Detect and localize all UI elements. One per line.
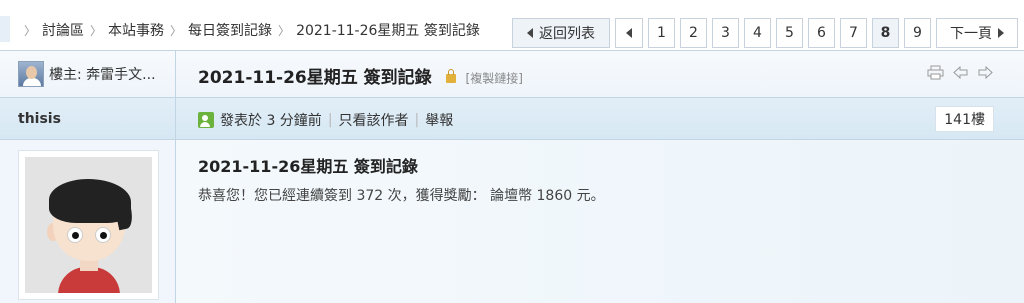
back-to-list-button[interactable]: 返回列表: [512, 18, 610, 48]
thread-title-text: 2021-11-26星期五 簽到記錄: [198, 68, 432, 88]
copy-link[interactable]: [複製鏈接]: [466, 72, 523, 86]
breadcrumb-separator-icon: 〉: [278, 23, 291, 38]
prev-page-button[interactable]: [615, 18, 643, 48]
page-3-button[interactable]: 3: [712, 18, 739, 48]
breadcrumb-current-thread: 2021-11-26星期五 簽到記錄: [296, 23, 480, 39]
next-page-button[interactable]: 下一頁: [936, 18, 1018, 48]
post-info-bar: thisis 發表於 3 分鐘前 | 只看該作者 | 舉報 141樓: [0, 98, 1024, 140]
avatar-image: [25, 157, 152, 293]
op-label[interactable]: 樓主: 奔雷手文...: [49, 64, 156, 84]
floor-number[interactable]: 141樓: [935, 106, 994, 132]
page-4-button[interactable]: 4: [744, 18, 771, 48]
thread-tools: [927, 65, 994, 80]
topbar: 〉 討論區 〉 本站事務 〉 每日簽到記錄 〉 2021-11-26星期五 簽到…: [0, 0, 1024, 50]
breadcrumb: 〉 討論區 〉 本站事務 〉 每日簽到記錄 〉 2021-11-26星期五 簽到…: [0, 16, 480, 42]
breadcrumb-separator-icon: 〉: [24, 23, 37, 38]
page-7-button[interactable]: 7: [840, 18, 867, 48]
only-author-link[interactable]: 只看該作者: [339, 110, 409, 130]
op-avatar[interactable]: [18, 61, 44, 87]
post-author[interactable]: thisis: [0, 98, 176, 139]
next-page-label: 下一頁: [950, 26, 992, 42]
breadcrumb-daily-checkin[interactable]: 每日簽到記錄: [188, 20, 272, 40]
post-body: 恭喜您！您已經連續簽到 372 次，獲得獎勵： 論壇幣 1860 元。: [198, 188, 605, 204]
print-icon[interactable]: [927, 65, 944, 80]
page-5-button[interactable]: 5: [776, 18, 803, 48]
home-icon[interactable]: [0, 16, 10, 42]
next-arrow-icon: [998, 28, 1004, 38]
thread-header: 樓主: 奔雷手文... 2021-11-26星期五 簽到記錄 [複製鏈接]: [0, 50, 1024, 98]
post-title: 2021-11-26星期五 簽到記錄: [198, 157, 418, 176]
next-thread-icon[interactable]: [977, 65, 994, 80]
breadcrumb-forum[interactable]: 討論區: [42, 20, 84, 40]
breadcrumb-site-affairs[interactable]: 本站事務: [108, 20, 164, 40]
meta-divider: |: [414, 112, 420, 128]
page-9-button[interactable]: 9: [904, 18, 931, 48]
page-8-current: 8: [872, 18, 899, 48]
prev-thread-icon[interactable]: [952, 65, 969, 80]
post-meta: 發表於 3 分鐘前 | 只看該作者 | 舉報: [198, 110, 453, 130]
breadcrumb-separator-icon: 〉: [90, 23, 103, 38]
page-2-button[interactable]: 2: [680, 18, 707, 48]
avatar[interactable]: [18, 150, 159, 300]
breadcrumb-separator-icon: 〉: [170, 23, 183, 38]
post-sidebar: [0, 140, 176, 303]
meta-divider: |: [327, 112, 333, 128]
post: 2021-11-26星期五 簽到記錄 恭喜您！您已經連續簽到 372 次，獲得獎…: [0, 140, 1024, 303]
back-to-list-label: 返回列表: [539, 26, 595, 42]
thread-op: 樓主: 奔雷手文...: [0, 51, 176, 97]
back-arrow-icon: [527, 28, 533, 38]
pagination: 返回列表 1 2 3 4 5 6 7 8 9 下一頁: [512, 18, 1018, 48]
thread-title: 2021-11-26星期五 簽到記錄 [複製鏈接]: [198, 63, 523, 88]
report-link[interactable]: 舉報: [425, 110, 453, 130]
prev-arrow-icon: [626, 28, 632, 38]
post-time: 發表於 3 分鐘前: [220, 113, 322, 129]
page-6-button[interactable]: 6: [808, 18, 835, 48]
page-1-button[interactable]: 1: [648, 18, 675, 48]
online-user-icon: [198, 112, 214, 128]
lock-icon: [445, 68, 456, 83]
